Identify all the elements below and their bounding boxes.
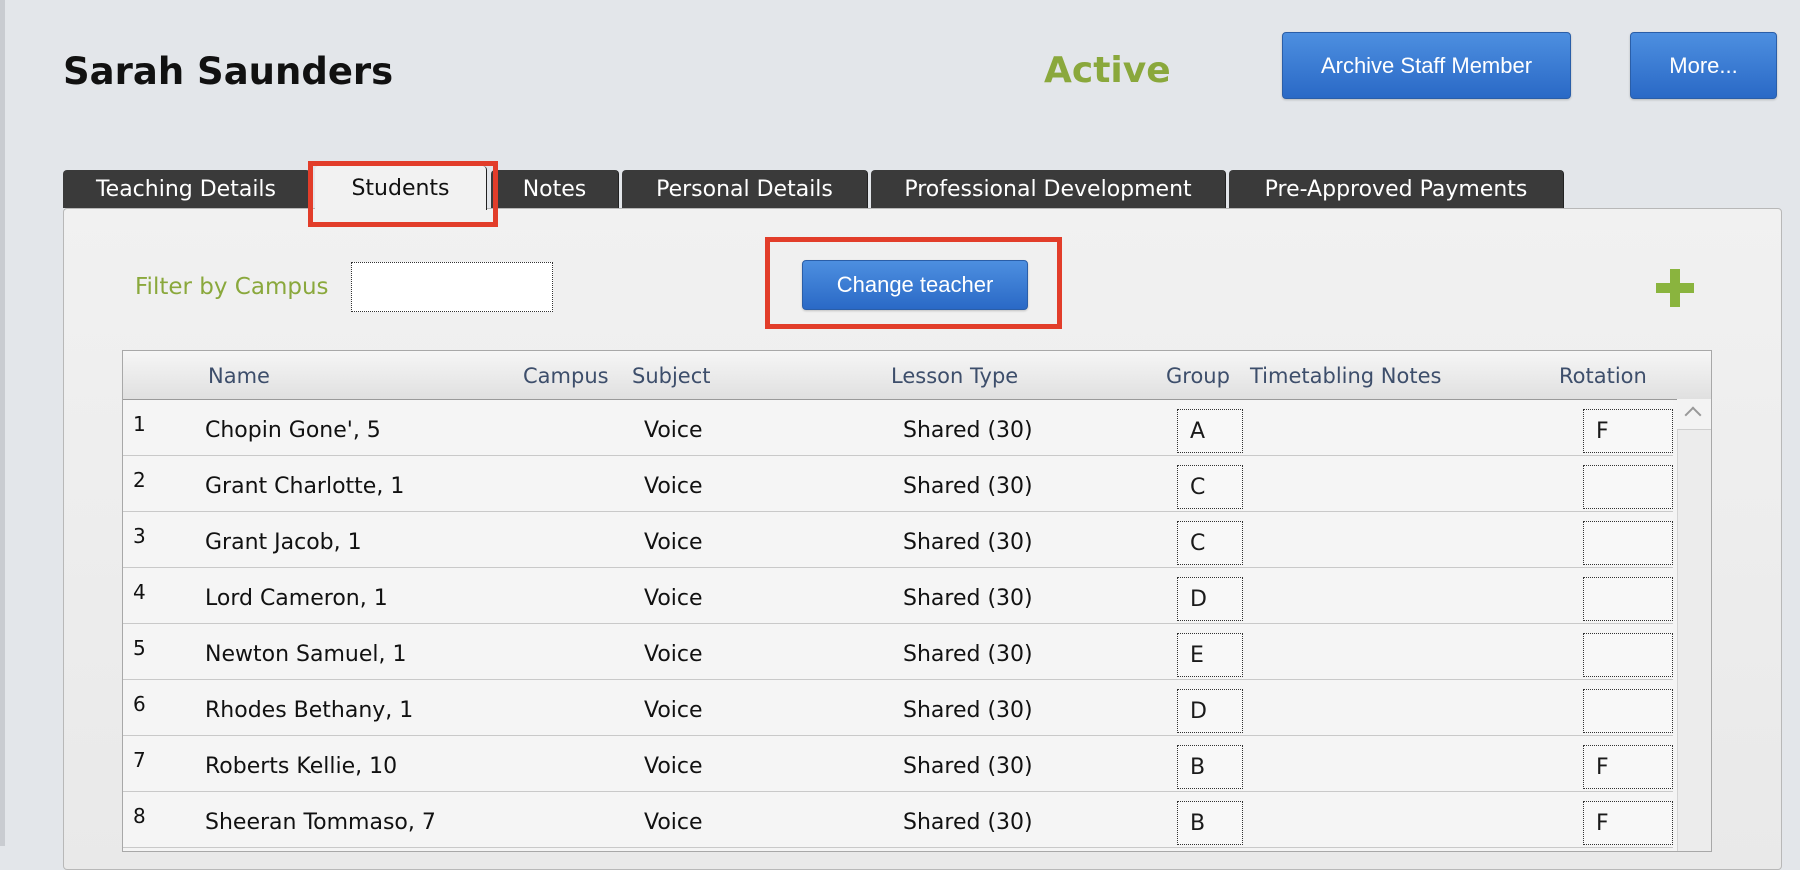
lesson-type-cell: Shared (30) [903,698,1033,723]
row-number: 8 [133,804,146,828]
table-row[interactable]: 2 Grant Charlotte, 1 Voice Shared (30) C [123,456,1673,512]
rotation-field[interactable] [1583,633,1673,677]
group-field[interactable]: A [1177,409,1243,453]
lesson-type-cell: Shared (30) [903,754,1033,779]
subject-cell: Voice [644,810,703,835]
lesson-type-cell: Shared (30) [903,418,1033,443]
staff-name-title: Sarah Saunders [63,50,394,93]
tab-notes[interactable]: Notes [491,170,619,208]
rotation-field[interactable]: F [1583,801,1673,845]
table-row[interactable]: 1 Chopin Gone', 5 Voice Shared (30) A F [123,400,1673,456]
students-table: Name Campus Subject Lesson Type Group Ti… [122,350,1712,852]
campus-filter-input[interactable] [351,262,553,312]
column-header-subject[interactable]: Subject [632,364,711,388]
tab-pre-approved-payments[interactable]: Pre-Approved Payments [1229,170,1564,208]
student-name: Chopin Gone', 5 [205,418,381,443]
change-teacher-highlight [765,237,1062,329]
rotation-field[interactable] [1583,521,1673,565]
lesson-type-cell: Shared (30) [903,642,1033,667]
row-number: 1 [133,412,146,436]
student-name: Rhodes Bethany, 1 [205,698,414,723]
subject-cell: Voice [644,418,703,443]
table-row[interactable]: 8 Sheeran Tommaso, 7 Voice Shared (30) B… [123,792,1673,848]
table-header: Name Campus Subject Lesson Type Group Ti… [123,351,1711,400]
group-field[interactable]: B [1177,745,1243,789]
table-scrollbar[interactable] [1677,399,1711,851]
chevron-up-icon[interactable] [1677,399,1711,430]
tab-personal-details[interactable]: Personal Details [622,170,868,208]
filter-by-campus-label: Filter by Campus [135,274,329,300]
column-header-name[interactable]: Name [208,364,270,388]
group-field[interactable]: C [1177,465,1243,509]
lesson-type-cell: Shared (30) [903,586,1033,611]
row-number: 4 [133,580,146,604]
group-field[interactable]: C [1177,521,1243,565]
rotation-field[interactable] [1583,689,1673,733]
archive-staff-button[interactable]: Archive Staff Member [1282,32,1571,99]
row-number: 7 [133,748,146,772]
table-row[interactable]: 7 Roberts Kellie, 10 Voice Shared (30) B… [123,736,1673,792]
student-name: Lord Cameron, 1 [205,586,388,611]
student-name: Grant Charlotte, 1 [205,474,405,499]
rotation-field[interactable] [1583,465,1673,509]
subject-cell: Voice [644,754,703,779]
subject-cell: Voice [644,586,703,611]
student-name: Sheeran Tommaso, 7 [205,810,436,835]
subject-cell: Voice [644,642,703,667]
subject-cell: Voice [644,698,703,723]
row-number: 5 [133,636,146,660]
tab-teaching-details[interactable]: Teaching Details [63,170,310,208]
rotation-field[interactable]: F [1583,745,1673,789]
more-button[interactable]: More... [1630,32,1777,99]
group-field[interactable]: D [1177,689,1243,733]
window-edge [0,0,5,846]
column-header-rotation[interactable]: Rotation [1559,364,1647,388]
subject-cell: Voice [644,530,703,555]
table-row[interactable]: 4 Lord Cameron, 1 Voice Shared (30) D [123,568,1673,624]
plus-icon[interactable] [1656,269,1694,307]
lesson-type-cell: Shared (30) [903,810,1033,835]
column-header-timetabling-notes[interactable]: Timetabling Notes [1250,364,1441,388]
column-header-lesson-type[interactable]: Lesson Type [891,364,1018,388]
column-header-group[interactable]: Group [1166,364,1230,388]
lesson-type-cell: Shared (30) [903,474,1033,499]
rotation-field[interactable] [1583,577,1673,621]
student-name: Roberts Kellie, 10 [205,754,398,779]
group-field[interactable]: D [1177,577,1243,621]
table-row[interactable]: 5 Newton Samuel, 1 Voice Shared (30) E [123,624,1673,680]
group-field[interactable]: B [1177,801,1243,845]
row-number: 3 [133,524,146,548]
row-number: 6 [133,692,146,716]
table-row[interactable]: 6 Rhodes Bethany, 1 Voice Shared (30) D [123,680,1673,736]
column-header-campus[interactable]: Campus [523,364,609,388]
group-field[interactable]: E [1177,633,1243,677]
student-name: Newton Samuel, 1 [205,642,407,667]
students-tab-highlight [308,161,498,227]
lesson-type-cell: Shared (30) [903,530,1033,555]
row-number: 2 [133,468,146,492]
student-name: Grant Jacob, 1 [205,530,362,555]
tab-professional-development[interactable]: Professional Development [871,170,1226,208]
status-label: Active [1044,50,1171,91]
rotation-field[interactable]: F [1583,409,1673,453]
table-row[interactable]: 3 Grant Jacob, 1 Voice Shared (30) C [123,512,1673,568]
subject-cell: Voice [644,474,703,499]
